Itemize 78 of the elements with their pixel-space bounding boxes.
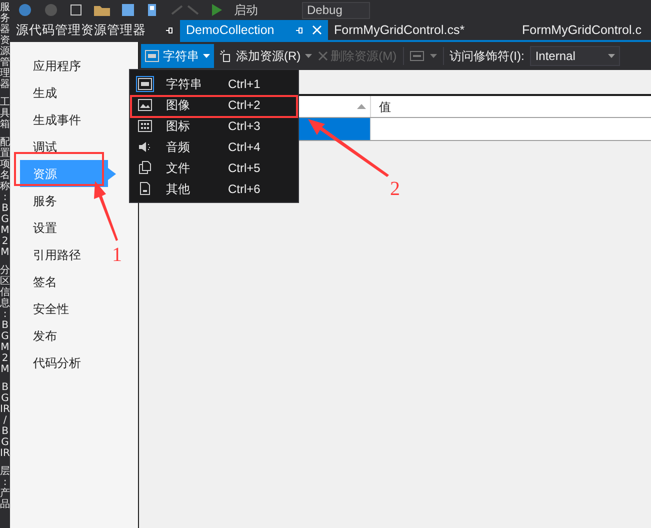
nav-item[interactable]: 生成事件 [20,106,108,133]
image-icon [138,98,152,110]
resource-type-button[interactable]: 字符串 [141,44,214,68]
abc-icon [138,78,152,90]
caret-icon [608,54,616,58]
shortcut-label: Ctrl+6 [228,180,260,198]
button-label: 添加资源(R) [236,48,301,65]
menu-item-label: 字符串 [166,76,203,92]
shortcut-label: Ctrl+5 [228,160,260,176]
document-tab[interactable]: FormMyGridControl.c [516,20,651,40]
copy-icon [138,161,152,174]
folder-icon[interactable] [94,4,110,16]
abc-icon [145,50,159,62]
menu-item[interactable]: 图标 Ctrl+3 [132,116,296,135]
menu-item-label: 图标 [166,118,191,134]
menu-item[interactable]: 其他 Ctrl+6 [132,179,296,198]
nav-item[interactable]: 引用路径 [20,241,108,268]
caret-icon [430,54,437,58]
document-icon [139,182,151,195]
tab-label: FormMyGridControl.cs* [334,22,465,39]
document-tab[interactable]: DemoCollection [180,20,328,40]
menu-item[interactable]: 文件 Ctrl+5 [132,158,296,177]
nav-item[interactable]: 设置 [20,214,108,241]
tool-window-tab[interactable]: 工具箱 [0,97,10,130]
grid-icon [410,51,424,61]
sort-icon [357,104,366,109]
add-resource-button[interactable]: 添加资源(R) [220,47,312,65]
start-label[interactable]: 启动 [234,1,258,19]
tab-label: FormMyGridControl.c [522,22,642,39]
menu-item-label: 图像 [166,96,191,114]
shortcut-label: Ctrl+3 [228,118,260,134]
tool-window-tab[interactable]: 层:产品 [0,466,10,510]
config-dropdown[interactable]: Debug [302,2,370,18]
new-file-icon[interactable] [70,4,82,16]
button-label: 字符串 [163,48,199,65]
add-icon [220,50,232,62]
nav-item[interactable]: 签名 [20,268,108,295]
tab-label: DemoCollection [186,22,274,39]
play-icon[interactable] [212,4,222,16]
button-label: 删除资源(M) [330,48,397,65]
nav-item[interactable]: 代码分析 [20,349,108,376]
caret-icon [203,54,210,58]
nav-item[interactable]: 安全性 [20,295,108,322]
column-header[interactable]: 值 [371,96,651,117]
document-tab[interactable]: FormMyGridControl.cs* [328,20,516,40]
grid-icon [138,120,152,132]
shortcut-label: Ctrl+2 [228,96,260,114]
tool-window-tab[interactable]: 配置项名称:BGM2M [0,137,10,258]
nav-item[interactable]: 服务 [20,187,108,214]
nav-item[interactable]: 发布 [20,322,108,349]
menu-item-label: 文件 [166,160,191,176]
shortcut-label: Ctrl+4 [228,138,260,156]
menu-item-label: 音频 [166,138,191,156]
view-dropdown[interactable] [410,51,437,61]
menu-item[interactable]: 字符串 Ctrl+1 [132,74,296,93]
tool-window-tab[interactable]: 分区信息:BGM2M [0,265,10,375]
delete-icon [318,51,328,61]
tool-window-tab[interactable]: BGIR/BGIR [0,382,10,459]
nav-item[interactable]: 生成 [20,79,108,106]
save-all-icon[interactable] [146,4,158,16]
pin-icon[interactable] [165,26,174,34]
access-modifier-dropdown[interactable]: Internal [530,46,620,66]
annotation-number: 1 [112,243,122,268]
shortcut-label: Ctrl+1 [228,76,260,92]
nav-item[interactable]: 应用程序 [20,52,108,79]
menu-item[interactable]: 音频 Ctrl+4 [132,137,296,156]
nav-item[interactable]: 调试 [20,133,108,160]
document-tab[interactable]: 源代码管理资源管理器 [10,20,180,40]
annotation-number: 2 [390,177,400,202]
tool-window-tab[interactable]: 服务器资源管理器 [0,2,10,90]
tab-label: 源代码管理资源管理器 [16,22,146,39]
menu-item[interactable]: 图像 Ctrl+2 [132,95,296,114]
menu-item-label: 其他 [166,180,191,198]
close-icon[interactable] [312,25,322,35]
access-modifier-label: 访问修饰符(I): [450,48,524,65]
caret-icon [304,54,312,58]
annotation-arrow [94,181,118,241]
pointer-icon [108,168,116,180]
